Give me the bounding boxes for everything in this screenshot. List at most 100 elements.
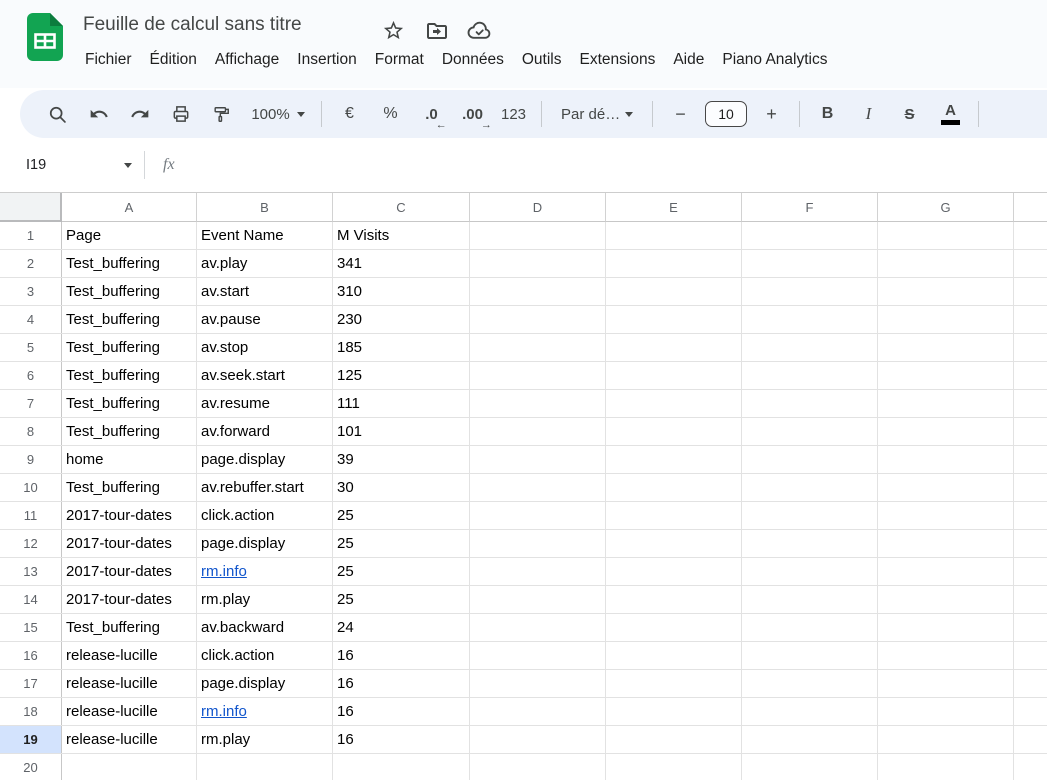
cell-G16[interactable]: [878, 642, 1014, 669]
cell-B9[interactable]: page.display: [197, 446, 333, 473]
cell-H19[interactable]: [1014, 726, 1047, 753]
cell-D3[interactable]: [470, 278, 606, 305]
cell-F18[interactable]: [742, 698, 878, 725]
cell-G6[interactable]: [878, 362, 1014, 389]
cell-G2[interactable]: [878, 250, 1014, 277]
star-icon[interactable]: [380, 17, 407, 44]
cell-H2[interactable]: [1014, 250, 1047, 277]
cell-A6[interactable]: Test_buffering: [62, 362, 197, 389]
cell-link[interactable]: rm.info: [201, 563, 247, 580]
cell-F20[interactable]: [742, 754, 878, 780]
column-header-d[interactable]: D: [470, 193, 606, 222]
row-header-20[interactable]: 20: [0, 754, 62, 780]
cell-F5[interactable]: [742, 334, 878, 361]
bold-button[interactable]: B: [809, 96, 846, 132]
cell-F16[interactable]: [742, 642, 878, 669]
decrease-decimal-button[interactable]: .0 ←: [413, 96, 450, 132]
row-header-16[interactable]: 16: [0, 642, 62, 669]
cell-C16[interactable]: 16: [333, 642, 470, 669]
cell-A7[interactable]: Test_buffering: [62, 390, 197, 417]
cell-F1[interactable]: [742, 222, 878, 249]
row-header-13[interactable]: 13: [0, 558, 62, 585]
cell-C2[interactable]: 341: [333, 250, 470, 277]
cell-C1[interactable]: M Visits: [333, 222, 470, 249]
cell-C7[interactable]: 111: [333, 390, 470, 417]
row-header-7[interactable]: 7: [0, 390, 62, 417]
cell-C8[interactable]: 101: [333, 418, 470, 445]
cell-E3[interactable]: [606, 278, 742, 305]
row-header-15[interactable]: 15: [0, 614, 62, 641]
cell-G11[interactable]: [878, 502, 1014, 529]
cell-G15[interactable]: [878, 614, 1014, 641]
cell-E13[interactable]: [606, 558, 742, 585]
cell-E5[interactable]: [606, 334, 742, 361]
menu-item-edition[interactable]: Édition: [141, 47, 206, 73]
cell-E15[interactable]: [606, 614, 742, 641]
cell-H8[interactable]: [1014, 418, 1047, 445]
cell-A5[interactable]: Test_buffering: [62, 334, 197, 361]
cell-E18[interactable]: [606, 698, 742, 725]
cell-A14[interactable]: 2017-tour-dates: [62, 586, 197, 613]
cell-F19[interactable]: [742, 726, 878, 753]
cell-B20[interactable]: [197, 754, 333, 780]
cell-H18[interactable]: [1014, 698, 1047, 725]
cell-E12[interactable]: [606, 530, 742, 557]
column-header-f[interactable]: F: [742, 193, 878, 222]
strikethrough-button[interactable]: S: [891, 96, 928, 132]
cell-D12[interactable]: [470, 530, 606, 557]
cell-B17[interactable]: page.display: [197, 670, 333, 697]
cell-link[interactable]: rm.info: [201, 703, 247, 720]
row-header-18[interactable]: 18: [0, 698, 62, 725]
format-currency-button[interactable]: €: [331, 96, 368, 132]
cell-A16[interactable]: release-lucille: [62, 642, 197, 669]
font-size-input[interactable]: 10: [705, 101, 747, 127]
cell-B7[interactable]: av.resume: [197, 390, 333, 417]
cell-F8[interactable]: [742, 418, 878, 445]
cell-G7[interactable]: [878, 390, 1014, 417]
cell-F11[interactable]: [742, 502, 878, 529]
menu-item-outils[interactable]: Outils: [513, 47, 571, 73]
cell-E8[interactable]: [606, 418, 742, 445]
cell-D5[interactable]: [470, 334, 606, 361]
cell-A12[interactable]: 2017-tour-dates: [62, 530, 197, 557]
cell-H10[interactable]: [1014, 474, 1047, 501]
cell-A8[interactable]: Test_buffering: [62, 418, 197, 445]
cell-H16[interactable]: [1014, 642, 1047, 669]
cell-D8[interactable]: [470, 418, 606, 445]
cell-H17[interactable]: [1014, 670, 1047, 697]
column-header-partial[interactable]: [1014, 193, 1047, 222]
cell-A10[interactable]: Test_buffering: [62, 474, 197, 501]
row-header-19[interactable]: 19: [0, 726, 62, 753]
cell-D19[interactable]: [470, 726, 606, 753]
menu-item-fichier[interactable]: Fichier: [76, 47, 141, 73]
cell-D1[interactable]: [470, 222, 606, 249]
select-all-corner[interactable]: [0, 193, 62, 222]
cell-C18[interactable]: 16: [333, 698, 470, 725]
cell-F17[interactable]: [742, 670, 878, 697]
cell-F4[interactable]: [742, 306, 878, 333]
move-folder-icon[interactable]: [423, 17, 450, 44]
cell-D9[interactable]: [470, 446, 606, 473]
cell-E19[interactable]: [606, 726, 742, 753]
cell-H11[interactable]: [1014, 502, 1047, 529]
cell-C6[interactable]: 125: [333, 362, 470, 389]
cell-A19[interactable]: release-lucille: [62, 726, 197, 753]
cell-C4[interactable]: 230: [333, 306, 470, 333]
cell-B11[interactable]: click.action: [197, 502, 333, 529]
cell-B19[interactable]: rm.play: [197, 726, 333, 753]
decrease-font-size-button[interactable]: −: [662, 96, 699, 132]
cell-G4[interactable]: [878, 306, 1014, 333]
cell-A1[interactable]: Page: [62, 222, 197, 249]
cell-H20[interactable]: [1014, 754, 1047, 780]
cell-A13[interactable]: 2017-tour-dates: [62, 558, 197, 585]
row-header-3[interactable]: 3: [0, 278, 62, 305]
cell-G20[interactable]: [878, 754, 1014, 780]
cell-H4[interactable]: [1014, 306, 1047, 333]
cell-A17[interactable]: release-lucille: [62, 670, 197, 697]
cell-F10[interactable]: [742, 474, 878, 501]
cell-D13[interactable]: [470, 558, 606, 585]
cell-E4[interactable]: [606, 306, 742, 333]
cell-E20[interactable]: [606, 754, 742, 780]
cell-A4[interactable]: Test_buffering: [62, 306, 197, 333]
cell-D11[interactable]: [470, 502, 606, 529]
